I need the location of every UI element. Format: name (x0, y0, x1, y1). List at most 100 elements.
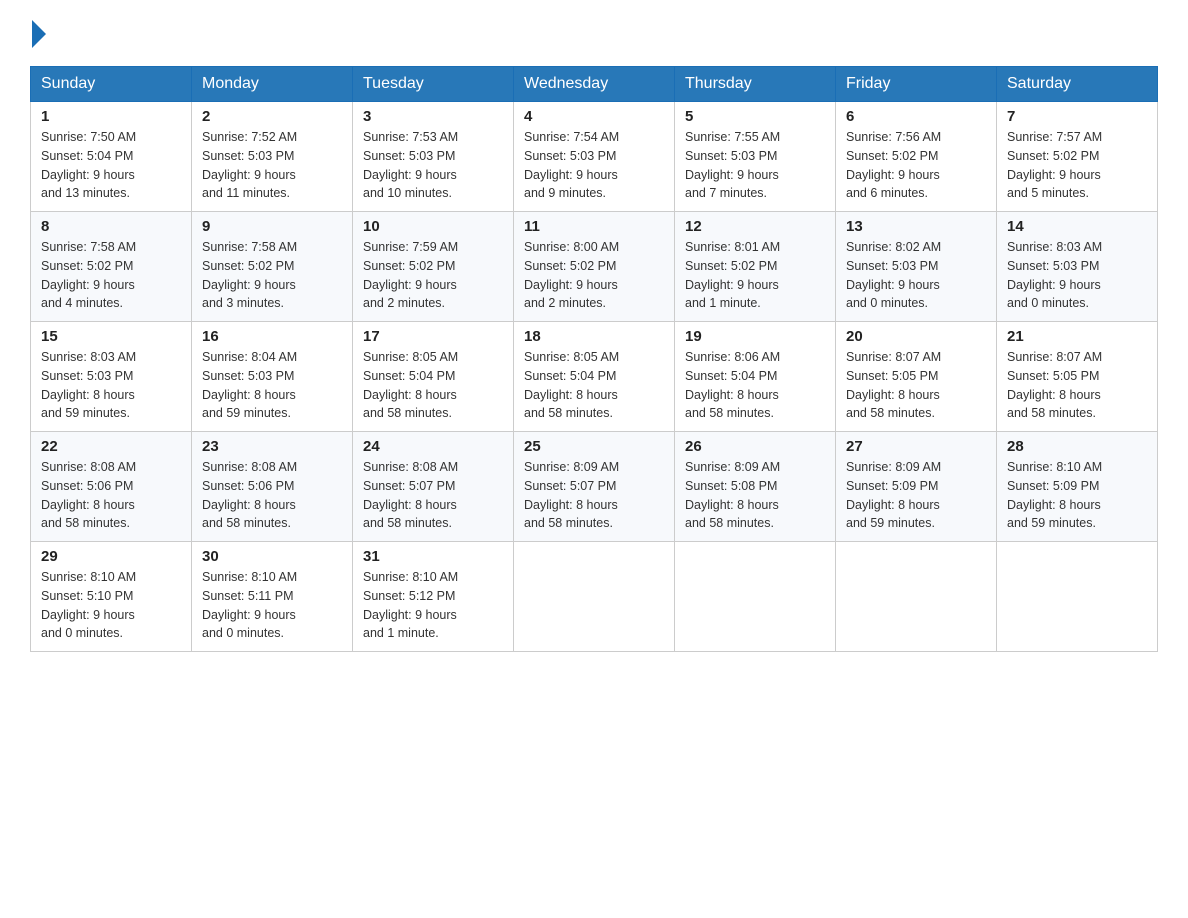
day-info: Sunrise: 8:04 AMSunset: 5:03 PMDaylight:… (202, 348, 342, 423)
day-number: 16 (202, 328, 342, 345)
calendar-header-monday: Monday (192, 67, 353, 102)
calendar-cell: 6 Sunrise: 7:56 AMSunset: 5:02 PMDaylight… (836, 102, 997, 212)
day-info: Sunrise: 8:01 AMSunset: 5:02 PMDaylight:… (685, 238, 825, 313)
calendar-cell: 25 Sunrise: 8:09 AMSunset: 5:07 PMDayligh… (514, 432, 675, 542)
day-number: 25 (524, 438, 664, 455)
day-number: 28 (1007, 438, 1147, 455)
day-info: Sunrise: 7:50 AMSunset: 5:04 PMDaylight:… (41, 128, 181, 203)
calendar-cell: 26 Sunrise: 8:09 AMSunset: 5:08 PMDayligh… (675, 432, 836, 542)
calendar-cell: 18 Sunrise: 8:05 AMSunset: 5:04 PMDayligh… (514, 322, 675, 432)
calendar-cell: 14 Sunrise: 8:03 AMSunset: 5:03 PMDayligh… (997, 212, 1158, 322)
day-info: Sunrise: 7:58 AMSunset: 5:02 PMDaylight:… (202, 238, 342, 313)
day-info: Sunrise: 8:02 AMSunset: 5:03 PMDaylight:… (846, 238, 986, 313)
calendar-table: SundayMondayTuesdayWednesdayThursdayFrid… (30, 66, 1158, 652)
day-info: Sunrise: 8:03 AMSunset: 5:03 PMDaylight:… (41, 348, 181, 423)
day-info: Sunrise: 8:10 AMSunset: 5:09 PMDaylight:… (1007, 458, 1147, 533)
day-number: 5 (685, 108, 825, 125)
day-number: 20 (846, 328, 986, 345)
day-number: 26 (685, 438, 825, 455)
day-info: Sunrise: 8:08 AMSunset: 5:07 PMDaylight:… (363, 458, 503, 533)
day-info: Sunrise: 8:10 AMSunset: 5:12 PMDaylight:… (363, 568, 503, 643)
calendar-cell: 4 Sunrise: 7:54 AMSunset: 5:03 PMDaylight… (514, 102, 675, 212)
calendar-cell: 23Sunrise: 8:08 AMSunset: 5:06 PMDayligh… (192, 432, 353, 542)
calendar-header-wednesday: Wednesday (514, 67, 675, 102)
calendar-cell: 28 Sunrise: 8:10 AMSunset: 5:09 PMDayligh… (997, 432, 1158, 542)
day-info: Sunrise: 8:10 AMSunset: 5:11 PMDaylight:… (202, 568, 342, 643)
day-number: 1 (41, 108, 181, 125)
day-info: Sunrise: 8:09 AMSunset: 5:07 PMDaylight:… (524, 458, 664, 533)
calendar-cell: 3Sunrise: 7:53 AMSunset: 5:03 PMDaylight… (353, 102, 514, 212)
calendar-week-row: 29 Sunrise: 8:10 AMSunset: 5:10 PMDayligh… (31, 542, 1158, 652)
logo-arrow-icon (32, 20, 46, 48)
calendar-header-friday: Friday (836, 67, 997, 102)
day-info: Sunrise: 7:59 AMSunset: 5:02 PMDaylight:… (363, 238, 503, 313)
calendar-cell: 7 Sunrise: 7:57 AMSunset: 5:02 PMDaylight… (997, 102, 1158, 212)
calendar-week-row: 1 Sunrise: 7:50 AMSunset: 5:04 PMDaylight… (31, 102, 1158, 212)
calendar-cell: 8 Sunrise: 7:58 AMSunset: 5:02 PMDaylight… (31, 212, 192, 322)
calendar-cell: 5Sunrise: 7:55 AMSunset: 5:03 PMDaylight… (675, 102, 836, 212)
calendar-cell (836, 542, 997, 652)
day-number: 15 (41, 328, 181, 345)
day-info: Sunrise: 8:07 AMSunset: 5:05 PMDaylight:… (1007, 348, 1147, 423)
day-number: 19 (685, 328, 825, 345)
day-info: Sunrise: 7:58 AMSunset: 5:02 PMDaylight:… (41, 238, 181, 313)
day-number: 14 (1007, 218, 1147, 235)
day-info: Sunrise: 8:06 AMSunset: 5:04 PMDaylight:… (685, 348, 825, 423)
day-number: 13 (846, 218, 986, 235)
calendar-header-row: SundayMondayTuesdayWednesdayThursdayFrid… (31, 67, 1158, 102)
day-number: 3 (363, 108, 503, 125)
calendar-header-sunday: Sunday (31, 67, 192, 102)
day-number: 4 (524, 108, 664, 125)
calendar-header-tuesday: Tuesday (353, 67, 514, 102)
calendar-week-row: 8 Sunrise: 7:58 AMSunset: 5:02 PMDaylight… (31, 212, 1158, 322)
day-number: 29 (41, 548, 181, 565)
calendar-cell: 24 Sunrise: 8:08 AMSunset: 5:07 PMDayligh… (353, 432, 514, 542)
calendar-header-saturday: Saturday (997, 67, 1158, 102)
calendar-cell: 12 Sunrise: 8:01 AMSunset: 5:02 PMDayligh… (675, 212, 836, 322)
calendar-cell: 19 Sunrise: 8:06 AMSunset: 5:04 PMDayligh… (675, 322, 836, 432)
calendar-cell: 30 Sunrise: 8:10 AMSunset: 5:11 PMDayligh… (192, 542, 353, 652)
logo (30, 20, 46, 48)
day-info: Sunrise: 8:09 AMSunset: 5:09 PMDaylight:… (846, 458, 986, 533)
calendar-cell: 10 Sunrise: 7:59 AMSunset: 5:02 PMDayligh… (353, 212, 514, 322)
calendar-cell: 20 Sunrise: 8:07 AMSunset: 5:05 PMDayligh… (836, 322, 997, 432)
day-number: 17 (363, 328, 503, 345)
day-info: Sunrise: 8:07 AMSunset: 5:05 PMDaylight:… (846, 348, 986, 423)
day-number: 7 (1007, 108, 1147, 125)
day-number: 8 (41, 218, 181, 235)
day-info: Sunrise: 8:03 AMSunset: 5:03 PMDaylight:… (1007, 238, 1147, 313)
day-info: Sunrise: 7:57 AMSunset: 5:02 PMDaylight:… (1007, 128, 1147, 203)
calendar-cell: 31 Sunrise: 8:10 AMSunset: 5:12 PMDayligh… (353, 542, 514, 652)
day-number: 6 (846, 108, 986, 125)
day-number: 31 (363, 548, 503, 565)
calendar-cell: 29 Sunrise: 8:10 AMSunset: 5:10 PMDayligh… (31, 542, 192, 652)
calendar-week-row: 22 Sunrise: 8:08 AMSunset: 5:06 PMDayligh… (31, 432, 1158, 542)
day-info: Sunrise: 8:05 AMSunset: 5:04 PMDaylight:… (363, 348, 503, 423)
day-info: Sunrise: 8:09 AMSunset: 5:08 PMDaylight:… (685, 458, 825, 533)
day-number: 18 (524, 328, 664, 345)
day-number: 30 (202, 548, 342, 565)
day-info: Sunrise: 7:54 AMSunset: 5:03 PMDaylight:… (524, 128, 664, 203)
calendar-cell: 15 Sunrise: 8:03 AMSunset: 5:03 PMDayligh… (31, 322, 192, 432)
calendar-cell: 17 Sunrise: 8:05 AMSunset: 5:04 PMDayligh… (353, 322, 514, 432)
day-number: 2 (202, 108, 342, 125)
day-info: Sunrise: 8:08 AMSunset: 5:06 PMDaylight:… (202, 458, 342, 533)
day-info: Sunrise: 7:52 AMSunset: 5:03 PMDaylight:… (202, 128, 342, 203)
calendar-cell: 1 Sunrise: 7:50 AMSunset: 5:04 PMDaylight… (31, 102, 192, 212)
calendar-cell: 16 Sunrise: 8:04 AMSunset: 5:03 PMDayligh… (192, 322, 353, 432)
day-info: Sunrise: 8:10 AMSunset: 5:10 PMDaylight:… (41, 568, 181, 643)
calendar-cell: 27 Sunrise: 8:09 AMSunset: 5:09 PMDayligh… (836, 432, 997, 542)
calendar-cell: 2 Sunrise: 7:52 AMSunset: 5:03 PMDaylight… (192, 102, 353, 212)
day-number: 27 (846, 438, 986, 455)
calendar-cell: 9 Sunrise: 7:58 AMSunset: 5:02 PMDaylight… (192, 212, 353, 322)
day-number: 22 (41, 438, 181, 455)
day-info: Sunrise: 8:05 AMSunset: 5:04 PMDaylight:… (524, 348, 664, 423)
day-number: 11 (524, 218, 664, 235)
calendar-cell (514, 542, 675, 652)
day-number: 24 (363, 438, 503, 455)
day-number: 10 (363, 218, 503, 235)
day-info: Sunrise: 7:56 AMSunset: 5:02 PMDaylight:… (846, 128, 986, 203)
calendar-cell (675, 542, 836, 652)
day-number: 9 (202, 218, 342, 235)
day-number: 12 (685, 218, 825, 235)
